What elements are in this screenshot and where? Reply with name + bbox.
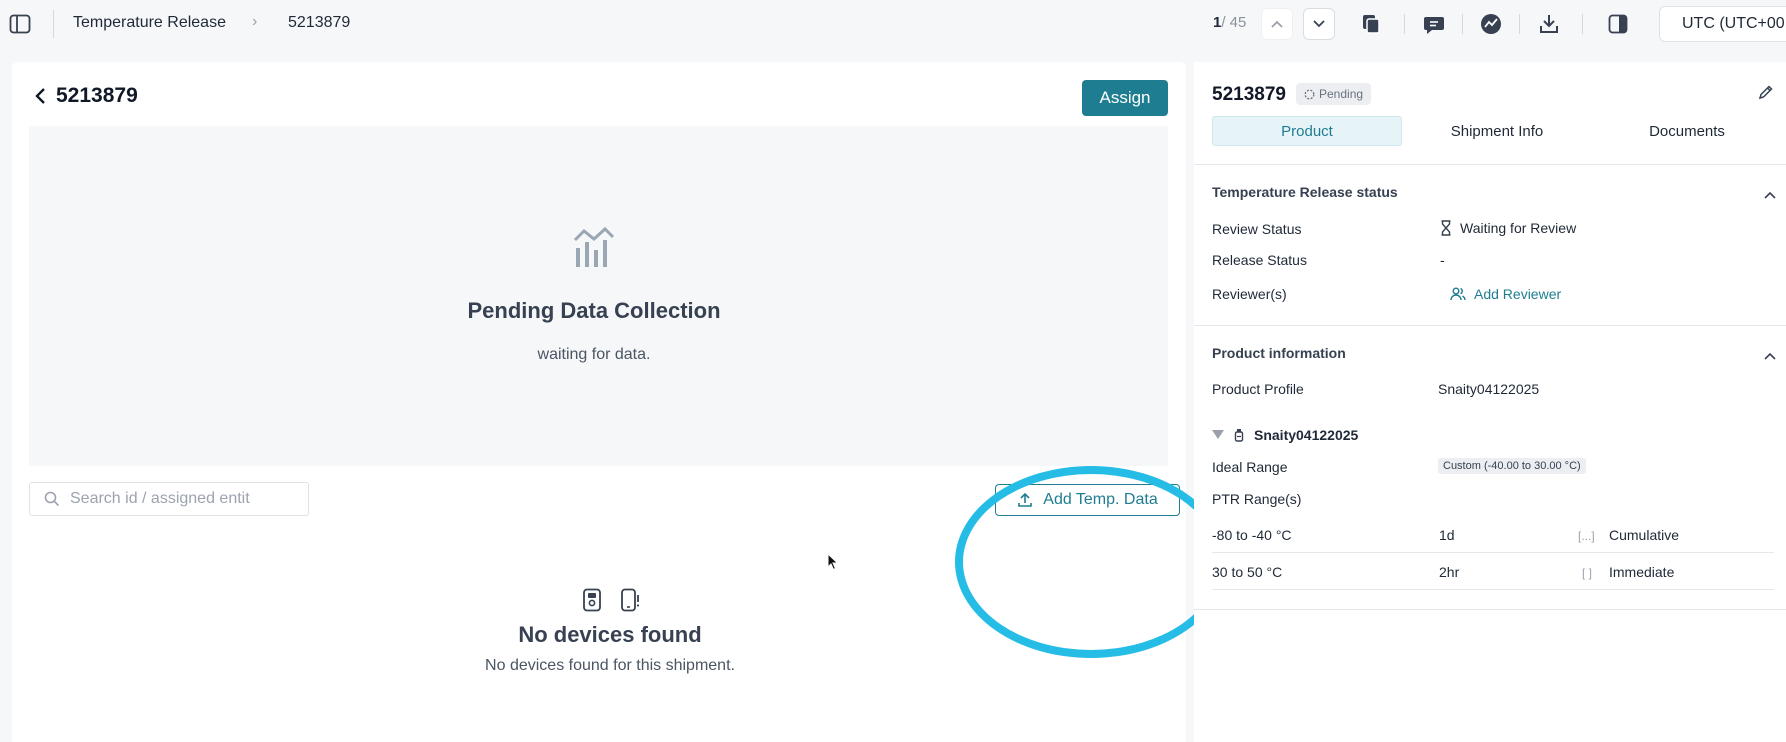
- product-info-heading: Product information: [1212, 345, 1346, 361]
- add-temp-data-label: Add Temp. Data: [1043, 491, 1158, 508]
- page-title: 5213879: [56, 84, 138, 107]
- release-status-heading: Temperature Release status: [1212, 184, 1398, 200]
- divider: [1194, 609, 1786, 610]
- detail-tabs: Product Shipment Info Documents: [1212, 116, 1786, 146]
- ptr-range: 30 to 50 °C: [1212, 564, 1283, 580]
- product-profile-label: Product Profile: [1212, 381, 1304, 397]
- divider: [1462, 14, 1463, 34]
- chevron-down-icon: [1313, 20, 1325, 28]
- pending-data-area: [29, 126, 1168, 466]
- top-bar: Temperature Release › 5213879 1/ 45 UTC …: [0, 0, 1786, 48]
- details-panel: 5213879 Pending Product Shipment Info Do…: [1194, 62, 1786, 742]
- comment-icon[interactable]: [1422, 12, 1446, 36]
- caret-down-icon: [1212, 430, 1224, 439]
- divider: [53, 10, 54, 38]
- divider: [1519, 14, 1520, 34]
- edit-icon[interactable]: [1758, 84, 1774, 105]
- breadcrumb-current: 5213879: [288, 14, 351, 31]
- release-status-label: Release Status: [1212, 252, 1307, 268]
- timezone-label: UTC (UTC+00:00): [1682, 15, 1786, 32]
- status-badge-label: Pending: [1319, 87, 1364, 101]
- ptr-bracket: [ ]: [1582, 566, 1593, 580]
- add-temp-data-button[interactable]: Add Temp. Data: [995, 484, 1180, 516]
- ptr-duration: 1d: [1439, 527, 1455, 543]
- pending-icon: [1304, 89, 1315, 99]
- pending-title: Pending Data Collection: [467, 298, 721, 323]
- ptr-bracket: [...]: [1578, 529, 1595, 543]
- shipment-id: 5213879: [1212, 84, 1286, 105]
- table-row: 30 to 50 °C 2hr [ ] Immediate: [1212, 554, 1774, 590]
- next-button[interactable]: [1303, 8, 1335, 40]
- ptr-type: Cumulative: [1609, 527, 1680, 543]
- table-row: -80 to -40 °C 1d [...] Cumulative: [1212, 517, 1774, 553]
- chart-icon: [572, 226, 616, 270]
- copy-icon[interactable]: [1359, 12, 1383, 36]
- review-status-value: Waiting for Review: [1440, 220, 1576, 236]
- status-badge: Pending: [1296, 83, 1372, 105]
- assign-button[interactable]: Assign: [1082, 80, 1168, 116]
- panel-toggle-icon[interactable]: [1606, 12, 1630, 36]
- tab-documents[interactable]: Documents: [1592, 116, 1782, 146]
- collapse-chevron-icon[interactable]: [1764, 186, 1776, 204]
- no-devices-subtitle: No devices found for this shipment.: [485, 657, 735, 674]
- ptr-range: -80 to -40 °C: [1212, 527, 1292, 543]
- device-icons: [582, 588, 640, 612]
- ideal-range-value: Custom (-40.00 to 30.00 °C): [1438, 458, 1586, 474]
- add-reviewer-label: Add Reviewer: [1474, 286, 1562, 302]
- device-icon: [583, 588, 601, 612]
- timezone-selector[interactable]: UTC (UTC+00:00): [1659, 6, 1786, 42]
- tab-product[interactable]: Product: [1212, 116, 1402, 146]
- users-icon: [1450, 287, 1466, 301]
- ideal-range-label: Ideal Range: [1212, 459, 1288, 475]
- add-reviewer-button[interactable]: Add Reviewer: [1450, 286, 1561, 302]
- back-button[interactable]: 5213879: [34, 84, 138, 108]
- vial-icon: [1234, 429, 1244, 442]
- search-icon: [44, 491, 60, 507]
- release-status-value: -: [1440, 252, 1445, 268]
- ptr-range-label: PTR Range(s): [1212, 491, 1302, 507]
- no-devices-title: No devices found: [518, 622, 702, 647]
- ptr-duration: 2hr: [1439, 564, 1460, 580]
- product-name: Snaity04122025: [1254, 427, 1359, 443]
- collapse-chevron-icon[interactable]: [1764, 347, 1776, 365]
- device-alert-icon: [621, 588, 640, 612]
- product-expander[interactable]: Snaity04122025: [1212, 427, 1358, 443]
- previous-button[interactable]: [1261, 8, 1293, 40]
- breadcrumb-temperature-release[interactable]: Temperature Release: [73, 14, 226, 32]
- search-box[interactable]: [29, 482, 309, 516]
- review-status-text: Waiting for Review: [1460, 220, 1577, 236]
- search-input[interactable]: [70, 490, 290, 508]
- hourglass-icon: [1441, 220, 1451, 236]
- pending-subtitle: waiting for data.: [537, 346, 651, 363]
- sidebar-toggle-icon[interactable]: [8, 12, 32, 36]
- pager-total: / 45: [1221, 14, 1247, 31]
- reviewers-label: Reviewer(s): [1212, 286, 1287, 302]
- ideal-range-badge: Custom (-40.00 to 30.00 °C): [1438, 458, 1586, 474]
- main-panel: 5213879 Assign Pending Data Collection w…: [12, 62, 1227, 742]
- mouse-cursor-icon: [827, 552, 839, 576]
- product-profile-value: Snaity04122025: [1438, 381, 1540, 397]
- download-icon[interactable]: [1537, 12, 1561, 36]
- upload-icon: [1018, 492, 1033, 507]
- divider: [1404, 14, 1405, 34]
- chevron-left-icon: [35, 88, 45, 104]
- review-status-label: Review Status: [1212, 221, 1302, 237]
- divider: [1194, 325, 1786, 326]
- chevron-up-icon: [1271, 20, 1283, 28]
- divider: [1194, 164, 1786, 165]
- tab-shipment-info[interactable]: Shipment Info: [1402, 116, 1592, 146]
- divider: [1582, 14, 1583, 34]
- ptr-type: Immediate: [1609, 564, 1675, 580]
- pager-count: 1/ 45: [1213, 14, 1246, 31]
- analytics-icon[interactable]: [1479, 12, 1503, 36]
- breadcrumb-separator: ›: [252, 13, 258, 30]
